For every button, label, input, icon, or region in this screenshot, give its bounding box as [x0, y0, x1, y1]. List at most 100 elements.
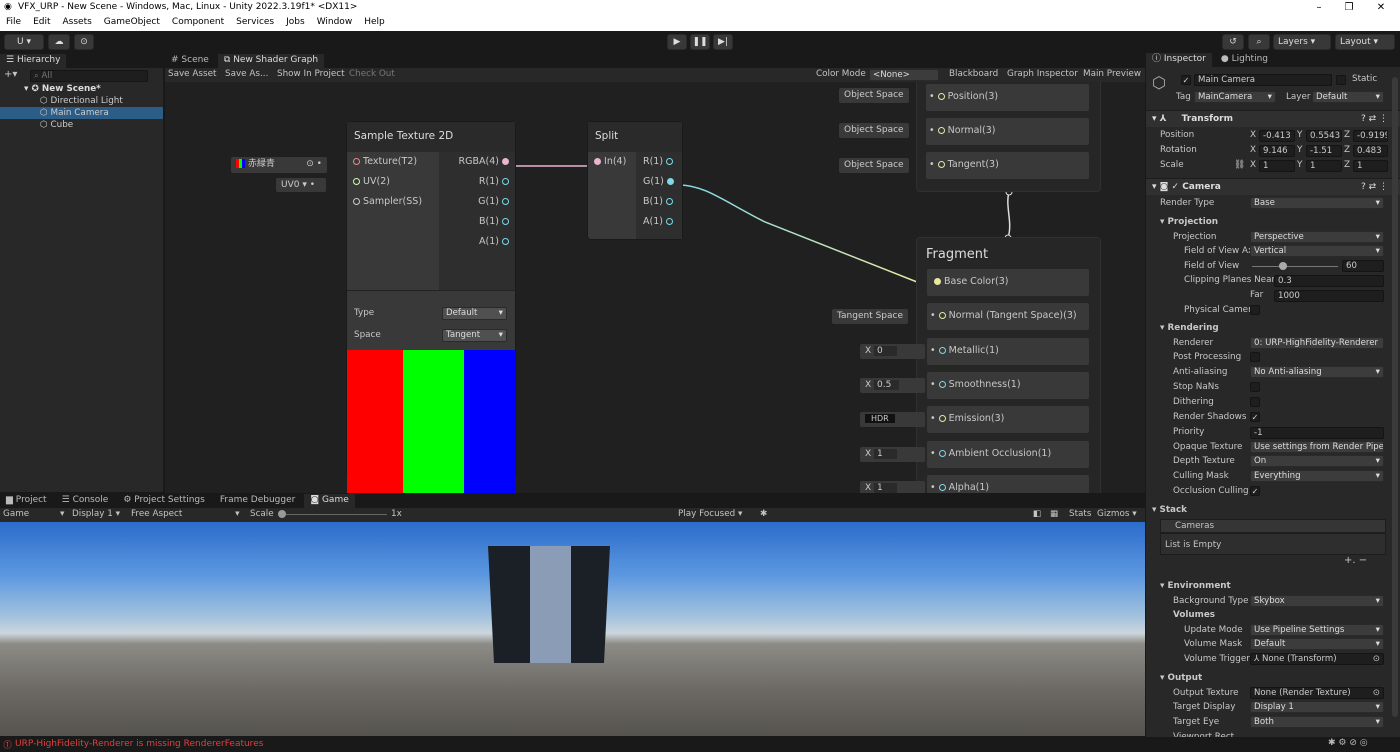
active-checkbox[interactable]: ✓: [1181, 75, 1191, 85]
tab-lighting[interactable]: ● Lighting: [1215, 53, 1274, 67]
play-focused-dropdown[interactable]: Play Focused ▾: [678, 508, 742, 521]
scale-z[interactable]: 1: [1353, 160, 1388, 172]
render-shadows-checkbox[interactable]: ✓: [1250, 412, 1260, 422]
smoothness-input[interactable]: X 0.5: [860, 378, 925, 393]
target-display-dropdown[interactable]: Display 1 ▾: [1250, 701, 1384, 713]
update-mode-dropdown[interactable]: Use Pipeline Settings ▾: [1250, 624, 1384, 636]
play-button[interactable]: ▶: [667, 34, 687, 50]
pause-button[interactable]: ❚❚: [690, 34, 710, 50]
main-preview-button[interactable]: Main Preview: [1083, 68, 1141, 81]
rotation-z[interactable]: 0.483: [1353, 145, 1388, 157]
background-type-dropdown[interactable]: Skybox ▾: [1250, 595, 1384, 607]
physical-camera-checkbox[interactable]: [1250, 305, 1260, 315]
position-z[interactable]: -0.9199: [1353, 130, 1388, 142]
port-b[interactable]: B(1): [636, 192, 682, 212]
vertex-row-normal[interactable]: Object Space • Normal(3): [839, 118, 1099, 151]
mute-icon[interactable]: ◧: [1033, 508, 1041, 521]
keyboard-icon[interactable]: ▦: [1050, 508, 1058, 521]
texture-input[interactable]: 赤緑青 ⊙ •: [231, 157, 327, 173]
smoothness-value[interactable]: 0.5: [874, 380, 900, 390]
space-pill[interactable]: Object Space: [839, 88, 909, 103]
bug-icon[interactable]: ✱: [760, 508, 767, 521]
alpha-value[interactable]: 1: [874, 483, 897, 493]
layout-dropdown[interactable]: Layout ▾: [1335, 34, 1395, 50]
output-section[interactable]: ▾ Output: [1160, 671, 1202, 685]
space-pill[interactable]: Object Space: [839, 123, 909, 138]
port-r[interactable]: R(1): [636, 152, 682, 172]
port-rgba[interactable]: RGBA(4): [439, 152, 515, 172]
port-a[interactable]: A(1): [439, 232, 515, 252]
port-uv[interactable]: UV(2): [347, 172, 439, 192]
fragment-row-metallic[interactable]: • Metallic(1): [927, 338, 1089, 365]
menu-component[interactable]: Component: [166, 16, 230, 31]
game-view-dropdown[interactable]: Game ▾: [3, 508, 64, 521]
save-asset-button[interactable]: Save Asset: [168, 68, 216, 81]
menu-services[interactable]: Services: [230, 16, 280, 31]
fov-slider[interactable]: [1252, 266, 1338, 267]
space-dropdown[interactable]: Tangent ▾: [442, 329, 507, 342]
uv-input[interactable]: UV0 ▾ •: [276, 178, 326, 192]
fragment-row-alpha[interactable]: • Alpha(1): [927, 475, 1089, 493]
shader-graph-canvas[interactable]: 赤緑青 ⊙ • UV0 ▾ • Sample Texture 2D Textur…: [165, 82, 1145, 493]
fragment-row-normal[interactable]: • Normal (Tangent Space)(3): [927, 303, 1089, 330]
occlusion-culling-checkbox[interactable]: ✓: [1250, 486, 1260, 496]
stack-section[interactable]: ▾ Stack: [1152, 503, 1187, 517]
collab-icon[interactable]: ⊙: [74, 34, 94, 50]
blackboard-button[interactable]: Blackboard: [949, 68, 998, 81]
stop-nans-checkbox[interactable]: [1250, 382, 1260, 392]
hierarchy-item-cube[interactable]: ⬡ Cube: [0, 119, 163, 131]
scale-y[interactable]: 1: [1306, 160, 1342, 172]
fragment-row-smoothness[interactable]: • Smoothness(1): [927, 372, 1089, 399]
tab-frame-debugger[interactable]: Frame Debugger: [214, 494, 301, 508]
search-icon[interactable]: ⌕: [1248, 34, 1270, 50]
renderer-dropdown[interactable]: 0: URP-HighFidelity-Renderer: [1250, 337, 1384, 349]
hierarchy-item-main-camera[interactable]: ⬡ Main Camera: [0, 107, 163, 119]
fragment-row-emission[interactable]: • Emission(3): [927, 406, 1089, 433]
menu-gameobject[interactable]: GameObject: [98, 16, 166, 31]
fragment-row-basecolor[interactable]: Base Color(3): [927, 269, 1089, 296]
fragment-row-ao[interactable]: • Ambient Occlusion(1): [927, 441, 1089, 468]
position-y[interactable]: 0.5543: [1306, 130, 1342, 142]
tab-console[interactable]: ☰ Console: [56, 494, 115, 508]
menu-assets[interactable]: Assets: [57, 16, 98, 31]
link-icon[interactable]: ⛓: [1234, 158, 1245, 172]
port-g[interactable]: G(1): [636, 172, 682, 192]
fov-axis-dropdown[interactable]: Vertical ▾: [1250, 245, 1384, 257]
opaque-texture-dropdown[interactable]: Use settings from Render Pipe: [1250, 441, 1384, 453]
scale-slider-handle[interactable]: [278, 510, 286, 518]
static-checkbox[interactable]: [1336, 75, 1346, 85]
add-remove-icon[interactable]: +. −: [1344, 555, 1367, 566]
rotation-x[interactable]: 9.146: [1259, 145, 1295, 157]
environment-section[interactable]: ▾ Environment: [1160, 579, 1231, 593]
vertex-row-position[interactable]: Object Space • Position(3): [839, 84, 1099, 116]
check-out-button[interactable]: Check Out: [349, 68, 395, 81]
port-sampler[interactable]: Sampler(SS): [347, 192, 439, 212]
minimize-button[interactable]: –: [1308, 0, 1330, 16]
menu-file[interactable]: File: [0, 16, 27, 31]
status-icons[interactable]: ✱ ⚙ ⊘ ◎: [1328, 738, 1368, 748]
sample-texture-2d-node[interactable]: Sample Texture 2D Texture(T2) UV(2) Samp…: [347, 122, 515, 493]
scene-root[interactable]: ▾ ✪ New Scene*: [0, 83, 163, 95]
add-icon[interactable]: +▾: [4, 69, 17, 80]
color-mode-dropdown[interactable]: <None>: [869, 69, 939, 81]
scale-x[interactable]: 1: [1259, 160, 1295, 172]
layer-dropdown[interactable]: Default ▾: [1312, 91, 1384, 103]
tab-shader-graph[interactable]: ⧉ New Shader Graph: [217, 54, 325, 68]
metallic-value[interactable]: 0: [874, 346, 897, 356]
display-dropdown[interactable]: Display 1 ▾: [72, 508, 120, 521]
vertex-row-tangent[interactable]: Object Space • Tangent(3): [839, 152, 1099, 186]
menu-edit[interactable]: Edit: [27, 16, 56, 31]
position-x[interactable]: -0.413: [1259, 130, 1295, 142]
projection-dropdown[interactable]: Perspective ▾: [1250, 231, 1384, 243]
render-type-dropdown[interactable]: Base ▾: [1250, 197, 1384, 209]
object-name-field[interactable]: Main Camera: [1194, 74, 1332, 86]
tab-game[interactable]: ◙ Game: [304, 494, 355, 508]
status-message[interactable]: URP-HighFidelity-Renderer is missing Ren…: [15, 739, 263, 749]
target-eye-dropdown[interactable]: Both ▾: [1250, 716, 1384, 728]
hierarchy-search-input[interactable]: ⌕ All: [30, 70, 148, 82]
stats-button[interactable]: Stats: [1069, 508, 1091, 521]
tab-inspector[interactable]: ⓘ Inspector: [1146, 53, 1212, 67]
menu-jobs[interactable]: Jobs: [280, 16, 311, 31]
port-g[interactable]: G(1): [439, 192, 515, 212]
history-icon[interactable]: ↺: [1222, 34, 1244, 50]
